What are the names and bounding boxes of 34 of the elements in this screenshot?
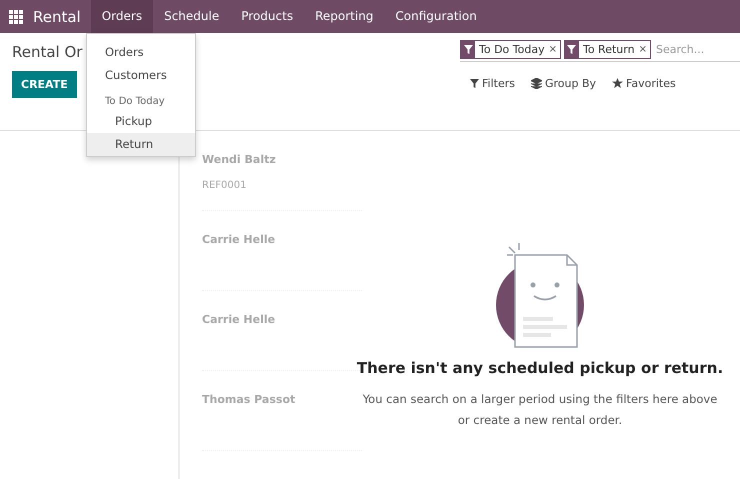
order-reference: REF0001: [202, 180, 248, 191]
remove-facet[interactable]: ×: [548, 44, 560, 55]
menu-item[interactable]: Reporting: [304, 0, 384, 33]
customer-name: Wendi Baltz: [202, 153, 277, 166]
filter-icon: [464, 45, 472, 54]
menu-section-header: To Do Today: [104, 95, 166, 109]
menu-item[interactable]: Orders: [90, 0, 154, 33]
empty-hint: You can search on a larger period using the filters here above: [362, 391, 718, 408]
facet-label: To Do Today: [478, 43, 546, 56]
search-option[interactable]: Group By: [530, 77, 596, 90]
dropdown-item[interactable]: Customers: [87, 64, 195, 87]
dropdown-item[interactable]: Return: [87, 133, 195, 156]
customer-name: Thomas Passot: [202, 393, 296, 406]
dropdown-item[interactable]: Pickup: [87, 110, 195, 133]
customer-name: Carrie Helle: [202, 233, 276, 246]
breadcrumb[interactable]: Rental Or: [12, 43, 82, 61]
empty-title: There isn't any scheduled pickup or return.: [356, 359, 724, 377]
remove-facet[interactable]: ×: [638, 44, 650, 55]
layers-icon: [530, 78, 542, 89]
empty-hint: or create a new rental order.: [458, 412, 622, 429]
menu-item[interactable]: Schedule: [153, 0, 230, 33]
search-option[interactable]: Favorites: [612, 77, 676, 90]
menu-item[interactable]: Configuration: [384, 0, 488, 33]
filter-icon: [470, 79, 479, 88]
dropdown-item[interactable]: Orders: [87, 41, 195, 64]
filter-icon: [567, 45, 576, 54]
app-menu-icon[interactable]: [9, 10, 23, 24]
customer-name: Carrie Helle: [202, 313, 276, 326]
menu-item[interactable]: Products: [230, 0, 304, 33]
search-option[interactable]: Filters: [470, 77, 515, 90]
star-icon: [612, 78, 624, 89]
app-name[interactable]: Rental: [33, 8, 81, 26]
create-button[interactable]: CREATE: [12, 71, 77, 98]
facet-label: To Return: [582, 43, 636, 56]
